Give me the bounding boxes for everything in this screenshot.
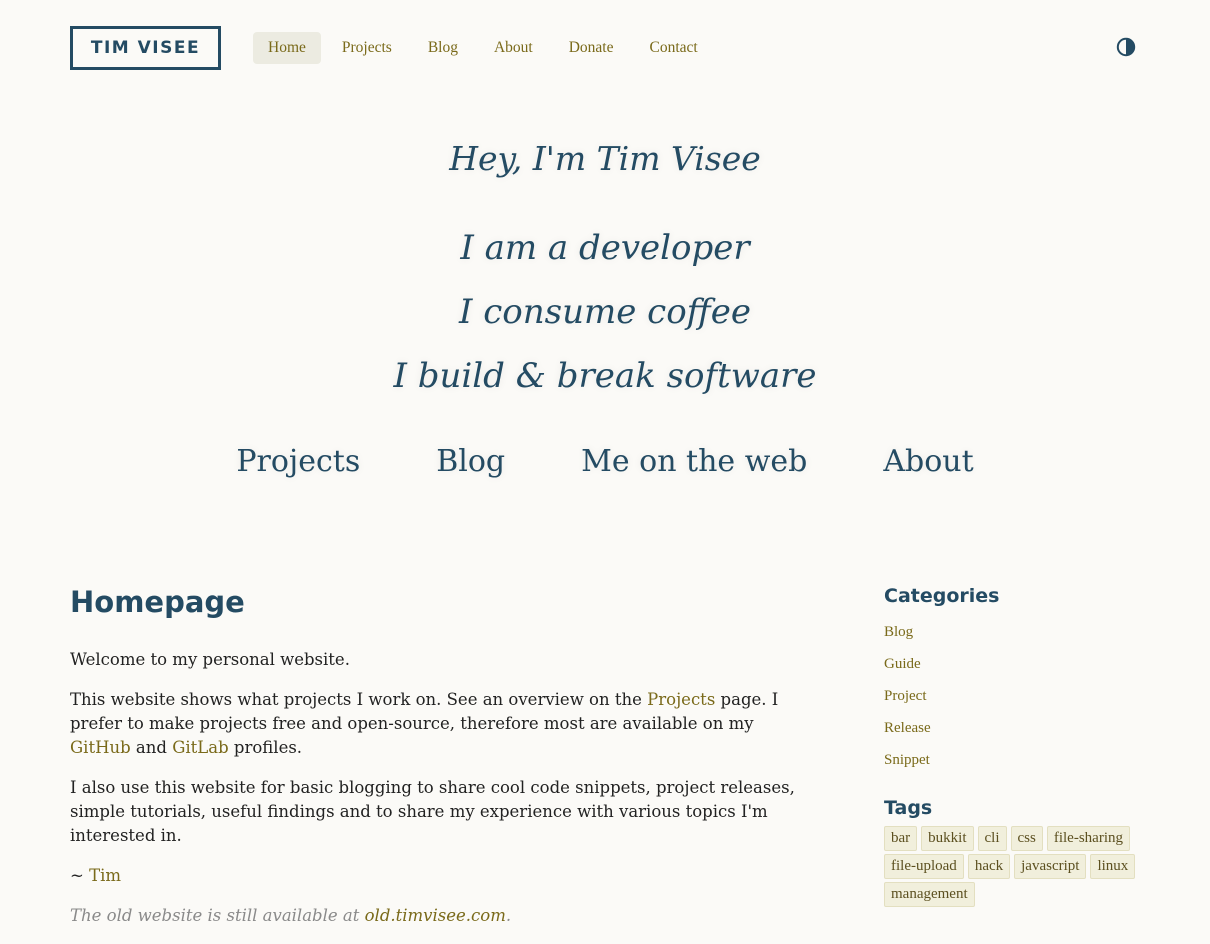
hero-nav-projects[interactable]: Projects bbox=[236, 440, 360, 484]
hero-nav-me-on-the-web[interactable]: Me on the web bbox=[581, 440, 807, 484]
hero-line: I build & break software bbox=[393, 356, 817, 396]
hero-nav-about[interactable]: About bbox=[883, 440, 973, 484]
old-website-note: The old website is still available at ol… bbox=[70, 904, 810, 928]
tag-cli[interactable]: cli bbox=[977, 826, 1007, 851]
gitlab-link[interactable]: GitLab bbox=[172, 738, 228, 757]
nav-contact[interactable]: Contact bbox=[635, 32, 713, 64]
site-logo[interactable]: TIM VISEE bbox=[70, 26, 221, 70]
hero-nav-blog[interactable]: Blog bbox=[436, 440, 505, 484]
old-note-suffix: . bbox=[505, 906, 512, 925]
blogging-paragraph: I also use this website for basic bloggi… bbox=[70, 778, 795, 845]
category-project[interactable]: Project bbox=[884, 680, 1144, 712]
projects-paragraph: This website shows what projects I work … bbox=[70, 688, 810, 760]
projects-link[interactable]: Projects bbox=[647, 690, 715, 709]
signature-prefix: ~ bbox=[70, 866, 90, 885]
tag-file-upload[interactable]: file-upload bbox=[884, 854, 964, 879]
tags-list: bar bukkit cli css file-sharing file-upl… bbox=[884, 826, 1144, 910]
tags-heading: Tags bbox=[884, 797, 933, 819]
github-link[interactable]: GitHub bbox=[70, 738, 131, 757]
main-content: Homepage Welcome to my personal website.… bbox=[70, 582, 810, 944]
tag-management[interactable]: management bbox=[884, 882, 975, 907]
paragraph-text: This website shows what projects I work … bbox=[70, 690, 648, 709]
tag-bar[interactable]: bar bbox=[884, 826, 918, 851]
paragraph-text: and bbox=[130, 738, 173, 757]
tag-hack[interactable]: hack bbox=[967, 854, 1011, 879]
hero-line: I am a developer bbox=[460, 228, 750, 268]
nav-about[interactable]: About bbox=[479, 32, 548, 64]
hero-line: I consume coffee bbox=[458, 292, 751, 332]
site-header: TIM VISEE Home Projects Blog About Donat… bbox=[70, 26, 1136, 70]
main-nav: Home Projects Blog About Donate Contact bbox=[253, 32, 719, 64]
tag-file-sharing[interactable]: file-sharing bbox=[1046, 826, 1130, 851]
page-title: Homepage bbox=[70, 585, 245, 619]
nav-projects[interactable]: Projects bbox=[327, 32, 407, 64]
nav-blog[interactable]: Blog bbox=[413, 32, 473, 64]
signature: ~ Tim bbox=[70, 864, 810, 888]
hero-title: Hey, I'm Tim Visee bbox=[449, 139, 761, 178]
tag-linux[interactable]: linux bbox=[1090, 854, 1136, 879]
tag-bukkit[interactable]: bukkit bbox=[921, 826, 974, 851]
tag-css[interactable]: css bbox=[1010, 826, 1043, 851]
intro-paragraph: Welcome to my personal website. bbox=[70, 650, 350, 669]
sidebar: Categories Blog Guide Project Release Sn… bbox=[884, 582, 1144, 910]
category-guide[interactable]: Guide bbox=[884, 648, 1144, 680]
category-blog[interactable]: Blog bbox=[884, 616, 1144, 648]
hero: Hey, I'm Tim Visee I am a developer I co… bbox=[0, 130, 1210, 408]
tag-javascript[interactable]: javascript bbox=[1014, 854, 1087, 879]
contrast-icon[interactable] bbox=[1116, 37, 1136, 57]
old-website-link[interactable]: old.timvisee.com bbox=[365, 906, 506, 925]
hero-nav: Projects Blog Me on the web About bbox=[0, 440, 1210, 484]
categories-heading: Categories bbox=[884, 585, 1000, 607]
nav-donate[interactable]: Donate bbox=[554, 32, 629, 64]
category-release[interactable]: Release bbox=[884, 712, 1144, 744]
old-note-text: The old website is still available at bbox=[70, 906, 365, 925]
category-snippet[interactable]: Snippet bbox=[884, 744, 1144, 776]
tim-link[interactable]: Tim bbox=[89, 866, 121, 885]
categories-list: Blog Guide Project Release Snippet bbox=[884, 616, 1144, 776]
hero-lines: I am a developer I consume coffee I buil… bbox=[0, 216, 1210, 408]
paragraph-text: profiles. bbox=[228, 738, 303, 757]
nav-home[interactable]: Home bbox=[253, 32, 321, 64]
